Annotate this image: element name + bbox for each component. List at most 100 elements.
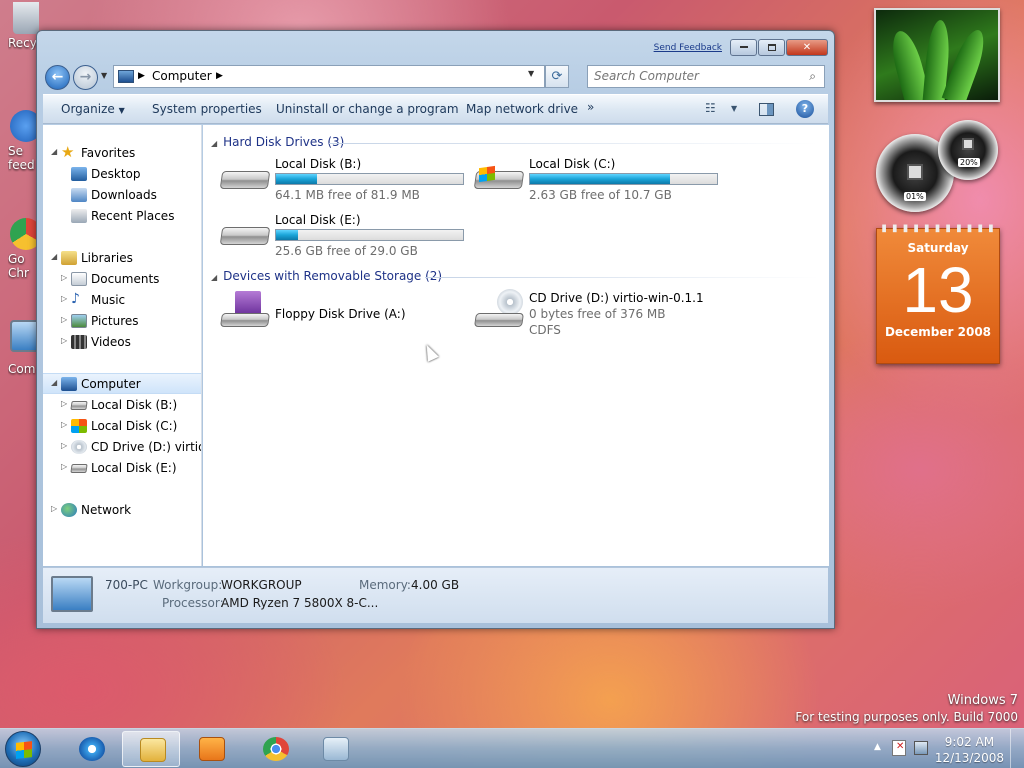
floppy-drive-icon [220, 313, 270, 327]
watermark-build: For testing purposes only. Build 7000 [795, 710, 1018, 724]
expand-arrow-icon[interactable]: ◢ [51, 378, 57, 387]
minimize-icon [739, 46, 748, 48]
chrome-icon [263, 737, 289, 761]
calendar-gadget[interactable]: ▮ ▮ ▮ ▮ ▮ ▮ ▮ ▮ ▮ ▮ ▮ ▮ ▮ ▮ ▮ Saturday 1… [876, 223, 1000, 364]
drive-name: Local Disk (E:) [275, 213, 361, 227]
collapse-arrow-icon[interactable]: ▷ [61, 294, 67, 303]
drive-free-space: 0 bytes free of 376 MB [529, 307, 666, 321]
drive-local-disk-b[interactable]: Local Disk (B:) 64.1 MB free of 81.9 MB [219, 157, 471, 207]
more-commands-button[interactable]: » [587, 100, 594, 114]
nav-computer[interactable]: ◢ Computer [43, 373, 201, 394]
nav-local-disk-c[interactable]: ▷ Local Disk (C:) [43, 416, 201, 437]
cpu-reading: 01% [904, 192, 926, 201]
nav-documents[interactable]: ▷ Documents [43, 269, 201, 290]
nav-label: CD Drive (D:) virtio-w [91, 440, 201, 454]
action-center-icon[interactable]: ✕ [892, 740, 906, 756]
taskbar-internet-explorer[interactable] [62, 731, 120, 767]
nav-recent-places[interactable]: Recent Places [43, 206, 201, 227]
breadcrumb-chevron-icon[interactable]: ▶ [138, 71, 145, 81]
collapse-arrow-icon[interactable]: ▷ [61, 273, 67, 282]
nav-network[interactable]: ▷ Network [43, 500, 201, 521]
memory-meter-gadget[interactable]: 20% [938, 120, 998, 180]
memory-reading: 20% [958, 158, 980, 167]
collapse-arrow-icon[interactable]: ▷ [61, 420, 67, 429]
expand-arrow-icon[interactable]: ◢ [51, 252, 57, 261]
drive-floppy-a[interactable]: Floppy Disk Drive (A:) [220, 291, 471, 341]
send-feedback-link[interactable]: Send Feedback [654, 43, 722, 53]
nav-favorites[interactable]: ◢ ★ Favorites [43, 143, 201, 164]
pictures-icon [71, 314, 87, 328]
collapse-arrow-icon[interactable]: ▷ [61, 315, 67, 324]
collapse-arrow-icon[interactable]: ▷ [61, 399, 67, 408]
memory-label: Memory: [359, 578, 411, 592]
maximize-button[interactable] [758, 39, 785, 56]
breadcrumb-computer[interactable]: Computer [152, 69, 212, 83]
address-dropdown-icon[interactable]: ▼ [528, 69, 534, 78]
drive-free-space: 2.63 GB free of 10.7 GB [529, 188, 672, 202]
taskbar-windows-explorer[interactable] [122, 731, 180, 767]
navigation-pane[interactable]: ◢ ★ Favorites Desktop Downloads Recent P… [43, 125, 202, 566]
music-icon: ♪ [71, 291, 80, 307]
taskbar-media-player[interactable] [182, 731, 240, 767]
hard-disk-drives-header[interactable]: ◢ Hard Disk Drives (3) [211, 135, 344, 149]
preview-pane-icon[interactable] [759, 103, 774, 116]
command-bar: Organize ▼ System properties Uninstall o… [43, 94, 828, 124]
close-icon: ✕ [802, 42, 812, 53]
change-view-icon[interactable]: ☷ [705, 101, 716, 115]
start-button[interactable] [5, 731, 41, 767]
drive-cd-d[interactable]: CD Drive (D:) virtio-win-0.1.1 0 bytes f… [474, 289, 725, 341]
memory-value: 4.00 GB [411, 578, 460, 592]
taskbar-document-app[interactable] [306, 731, 364, 767]
libraries-icon [61, 251, 77, 265]
close-button[interactable]: ✕ [786, 39, 828, 56]
collapse-arrow-icon[interactable]: ▷ [61, 336, 67, 345]
windows-logo-icon [479, 165, 495, 183]
network-tray-icon[interactable] [914, 741, 928, 755]
expand-arrow-icon[interactable]: ◢ [51, 147, 57, 156]
chevron-down-icon: ▼ [118, 106, 125, 115]
nav-label: Music [91, 293, 126, 307]
map-network-drive-button[interactable]: Map network drive [466, 102, 578, 116]
recent-pages-dropdown[interactable]: ▼ [101, 71, 107, 80]
taskbar-google-chrome[interactable] [246, 731, 304, 767]
help-button[interactable]: ? [796, 100, 814, 118]
nav-music[interactable]: ▷ ♪ Music [43, 290, 201, 311]
collapse-arrow-icon[interactable]: ▷ [51, 504, 57, 513]
drive-local-disk-c[interactable]: Local Disk (C:) 2.63 GB free of 10.7 GB [473, 157, 725, 207]
slideshow-gadget[interactable] [874, 8, 1000, 102]
nav-pictures[interactable]: ▷ Pictures [43, 311, 201, 332]
show-hidden-icons-button[interactable]: ▲ [874, 742, 881, 752]
clock-time: 9:02 AM [944, 735, 995, 749]
drive-local-disk-e[interactable]: Local Disk (E:) 25.6 GB free of 29.0 GB [219, 213, 471, 263]
nav-downloads[interactable]: Downloads [43, 185, 201, 206]
system-properties-button[interactable]: System properties [152, 102, 262, 116]
content-pane[interactable]: ◢ Hard Disk Drives (3) Local Disk (B:) 64… [203, 125, 829, 566]
removable-storage-header[interactable]: ◢ Devices with Removable Storage (2) [211, 269, 442, 283]
breadcrumb-chevron-icon[interactable]: ▶ [216, 71, 223, 81]
nav-desktop[interactable]: Desktop [43, 164, 201, 185]
nav-local-disk-e[interactable]: ▷ Local Disk (E:) [43, 458, 201, 479]
organize-button[interactable]: Organize ▼ [61, 102, 125, 116]
refresh-button[interactable]: ⟳ [545, 65, 569, 88]
nav-local-disk-b[interactable]: ▷ Local Disk (B:) [43, 395, 201, 416]
uninstall-program-button[interactable]: Uninstall or change a program [276, 102, 459, 116]
view-dropdown-icon[interactable]: ▼ [731, 104, 737, 113]
nav-cd-drive[interactable]: ▷ CD Drive (D:) virtio-w [43, 437, 201, 458]
nav-videos[interactable]: ▷ Videos [43, 332, 201, 353]
minimize-button[interactable] [730, 39, 757, 56]
title-bar[interactable]: Send Feedback ✕ [37, 31, 834, 61]
collapse-arrow-icon[interactable]: ▷ [61, 441, 67, 450]
back-button[interactable]: ← [45, 65, 70, 90]
address-bar[interactable]: ▶ Computer ▶ [113, 65, 545, 88]
star-icon: ★ [61, 143, 75, 161]
show-desktop-button[interactable] [1010, 729, 1024, 768]
clock[interactable]: 9:02 AM 12/13/2008 [935, 734, 1004, 766]
explorer-window[interactable]: Send Feedback ✕ ← → ▼ ▶ Computer ▶ ▼ ⟳ ⌕… [36, 30, 835, 629]
search-input[interactable] [588, 66, 793, 86]
search-box[interactable]: ⌕ [587, 65, 825, 88]
forward-button[interactable]: → [73, 65, 98, 90]
nav-label: Computer [81, 377, 141, 391]
nav-libraries[interactable]: ◢ Libraries [43, 248, 201, 269]
collapse-arrow-icon[interactable]: ▷ [61, 462, 67, 471]
search-icon[interactable]: ⌕ [809, 69, 816, 84]
